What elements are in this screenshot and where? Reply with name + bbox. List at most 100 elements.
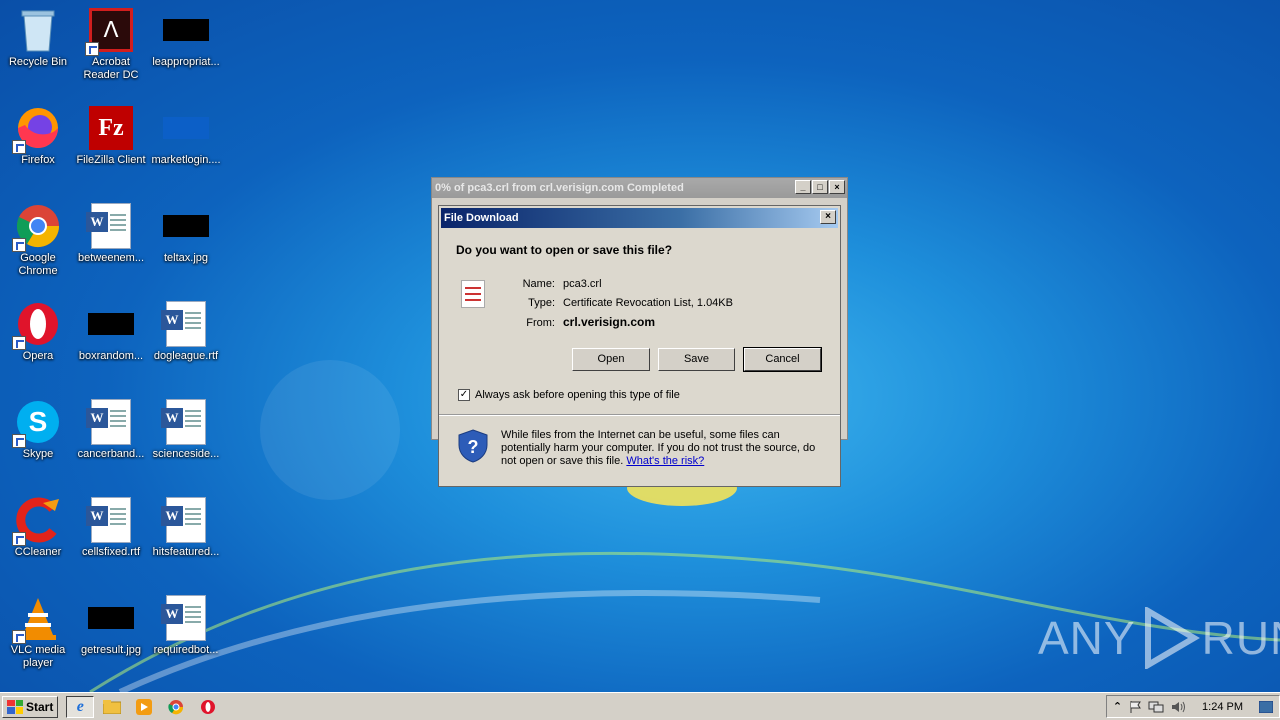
desktop-icon-firefox[interactable]: Firefox [0,104,76,167]
clock[interactable]: 1:24 PM [1202,701,1243,713]
file-icon [162,104,210,152]
shortcut-arrow-icon [12,336,26,350]
file-type-row: Type: Certificate Revocation List, 1.04KB [499,297,733,309]
quick-launch: e [66,695,222,718]
desktop-icon-hitsfeatured[interactable]: W hitsfeatured... [148,496,224,559]
desktop-icon-ccleaner[interactable]: CCleaner [0,496,76,559]
show-desktop-icon[interactable] [1259,700,1273,713]
dialog-title: File Download [444,212,519,224]
start-button[interactable]: Start [2,695,59,718]
desktop-icon-skype[interactable]: S Skype [0,398,76,461]
name-label: Name: [522,278,555,290]
skype-icon: S [12,398,62,448]
shield-warning-icon: ? [457,429,489,463]
cancel-button[interactable]: Cancel [743,347,822,372]
filezilla-icon: Fz [87,104,135,152]
desktop-icon-boxrandom[interactable]: boxrandom... [73,300,149,363]
chrome-icon [12,202,62,252]
word-doc-icon: W [161,300,210,348]
desktop-icon-filezilla[interactable]: Fz FileZilla Client [73,104,149,167]
type-label: Type: [528,297,555,309]
name-value: pca3.crl [563,278,602,290]
dialog-close-button[interactable]: × [820,210,836,224]
file-download-dialog[interactable]: File Download × Do you want to open or s… [438,205,841,487]
taskbar-ie-icon[interactable]: e [66,695,95,718]
shortcut-arrow-icon [12,434,26,448]
word-doc-icon: W [86,398,135,446]
vlc-icon [12,594,62,644]
from-label: From: [526,317,555,329]
action-center-flag-icon[interactable] [1128,700,1142,714]
maximize-button[interactable]: □ [812,180,828,194]
certificate-file-icon [461,280,485,308]
desktop-icon-betweenem[interactable]: W betweenem... [73,202,149,265]
shortcut-arrow-icon [12,532,26,546]
image-file-icon [162,202,210,250]
file-from-row: From: crl.verisign.com [499,315,655,329]
image-file-icon [87,594,135,642]
dialog-titlebar[interactable]: File Download × [441,208,838,228]
file-name-row: Name: pca3.crl [499,278,602,290]
image-file-icon [162,6,210,54]
image-file-icon [87,300,135,348]
desktop-icon-marketlogin[interactable]: marketlogin.... [148,104,224,167]
security-warning: While files from the Internet can be use… [501,429,831,468]
ccleaner-icon [12,496,62,546]
desktop-icon-acrobat[interactable]: ᐱ Acrobat Reader DC [73,6,149,82]
play-logo-icon [1144,607,1200,669]
desktop-icon-leappropriat[interactable]: leappropriat... [148,6,224,69]
start-label: Start [26,699,54,714]
recycle-bin-icon [14,6,62,54]
shortcut-arrow-icon [85,42,99,56]
progress-window-title: 0% of pca3.crl from crl.verisign.com Com… [435,182,684,194]
desktop-icon-cancerband[interactable]: W cancerband... [73,398,149,461]
minimize-button[interactable]: _ [795,180,811,194]
desktop-icon-recycle-bin[interactable]: Recycle Bin [0,6,76,69]
taskbar-media-player-icon[interactable] [130,696,158,718]
from-value: crl.verisign.com [563,315,656,329]
desktop-icon-cellsfixed[interactable]: W cellsfixed.rtf [73,496,149,559]
desktop-icon-chrome[interactable]: Google Chrome [0,202,76,278]
close-button[interactable]: × [829,180,845,194]
desktop-icon-vlc[interactable]: VLC media player [0,594,76,670]
network-icon[interactable] [1148,700,1164,714]
type-value: Certificate Revocation List, 1.04KB [563,297,733,309]
taskbar-opera-icon[interactable] [194,696,222,718]
progress-window-titlebar[interactable]: 0% of pca3.crl from crl.verisign.com Com… [432,178,847,198]
taskbar-explorer-icon[interactable] [98,696,126,718]
watermark-text-right: RUN [1201,612,1280,664]
always-ask-option[interactable]: ✓ Always ask before opening this type of… [458,389,680,401]
svg-text:?: ? [468,437,479,457]
desktop-icon-dogleague[interactable]: W dogleague.rtf [148,300,224,363]
word-doc-icon: W [86,202,135,250]
acrobat-icon: ᐱ [85,6,135,56]
always-ask-label: Always ask before opening this type of f… [475,389,680,401]
dialog-question: Do you want to open or save this file? [456,243,673,257]
desktop-icon-scienceside[interactable]: W scienceside... [148,398,224,461]
word-doc-icon: W [161,398,210,446]
shortcut-arrow-icon [12,140,26,154]
shortcut-arrow-icon [12,630,26,644]
firefox-icon [12,104,62,154]
desktop-icon-opera[interactable]: Opera [0,300,76,363]
dialog-separator [439,414,840,416]
open-button[interactable]: Open [572,348,650,371]
word-doc-icon: W [161,496,210,544]
taskbar-chrome-icon[interactable] [162,696,190,718]
word-doc-icon: W [161,594,210,642]
save-button[interactable]: Save [658,348,735,371]
shortcut-arrow-icon [12,238,26,252]
taskbar: Start e ⌃ 1:24 PM [0,692,1280,720]
desktop: Recycle Bin ᐱ Acrobat Reader DC leapprop… [0,0,1280,692]
show-hidden-icons-button[interactable]: ⌃ [1113,700,1122,713]
desktop-icon-getresult[interactable]: getresult.jpg [73,594,149,657]
desktop-icon-requiredbot[interactable]: W requiredbot... [148,594,224,657]
watermark-text-left: ANY [1038,612,1136,664]
desktop-icon-teltax[interactable]: teltax.jpg [148,202,224,265]
volume-icon[interactable] [1170,700,1186,714]
always-ask-checkbox[interactable]: ✓ [458,389,470,401]
whats-the-risk-link[interactable]: What's the risk? [626,455,704,467]
anyrun-watermark: ANY RUN [1038,607,1280,669]
windows-logo-icon [7,699,23,714]
system-tray: ⌃ 1:24 PM [1105,695,1280,718]
